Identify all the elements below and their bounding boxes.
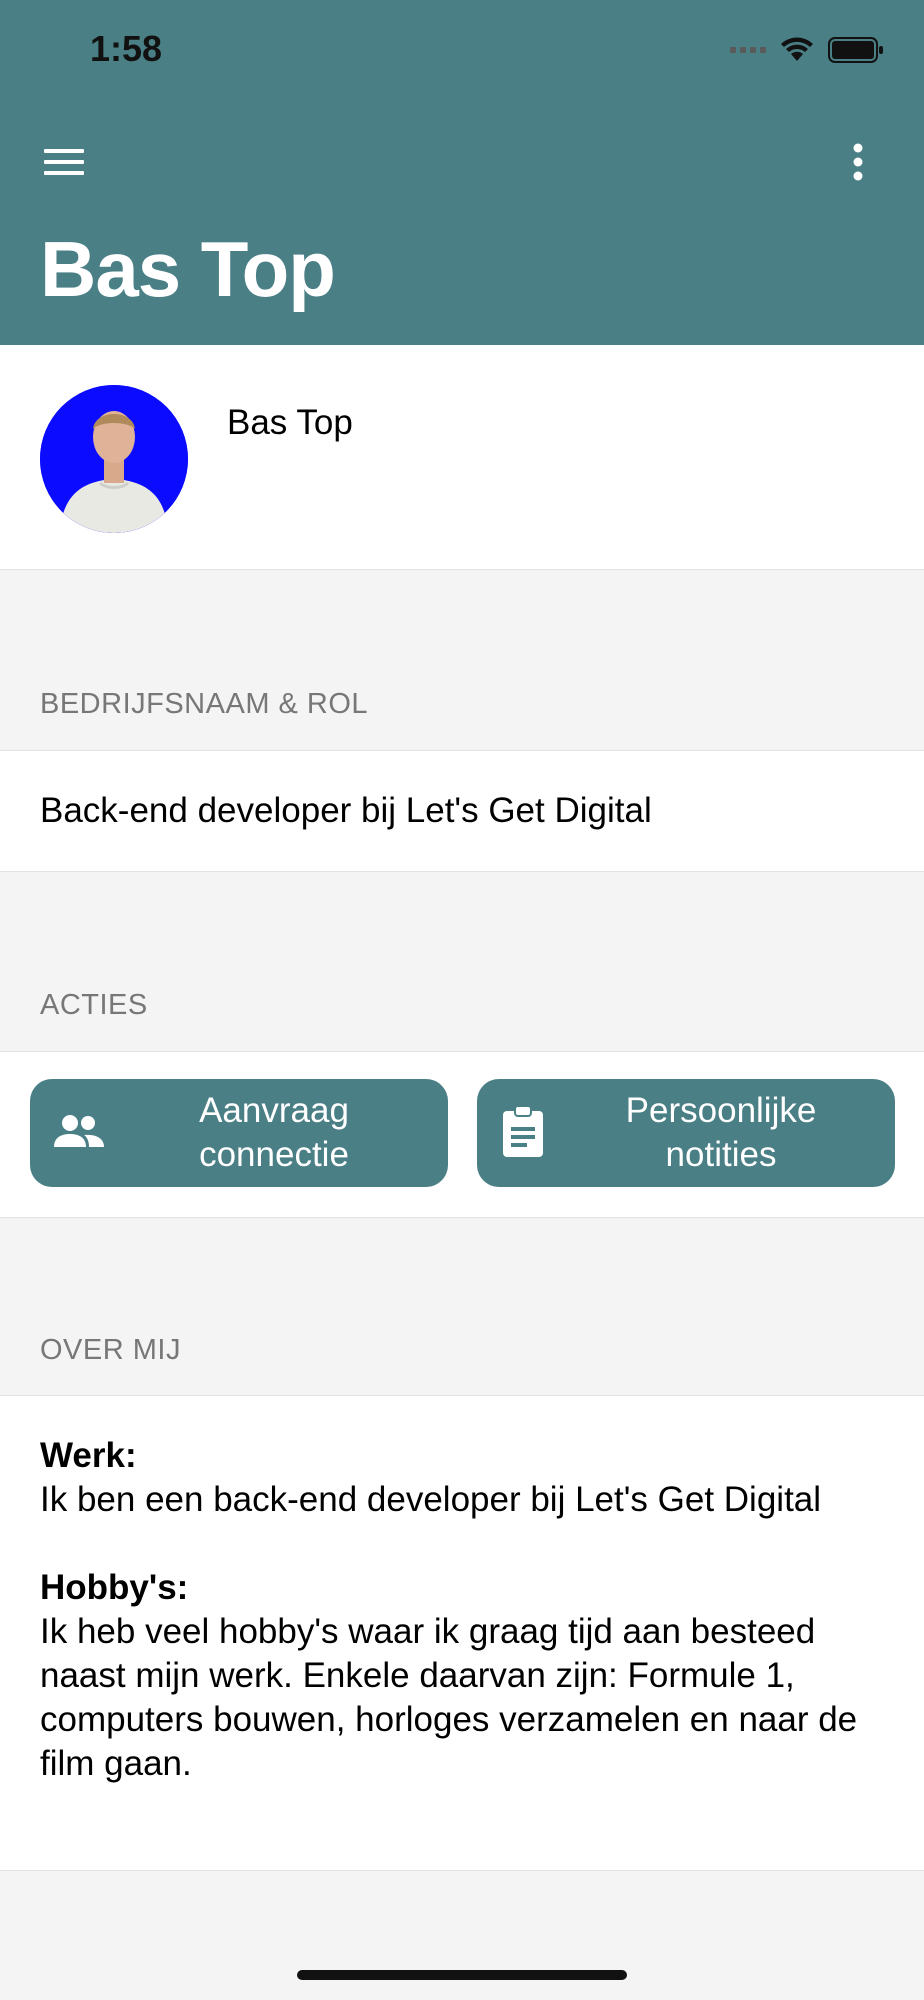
profile-name: Bas Top: [227, 403, 353, 442]
avatar: [40, 385, 188, 533]
hobby-text: Ik heb veel hobby's waar ik graag tijd a…: [40, 1612, 858, 1783]
section-label-company: BEDRIJFSNAAM & ROL: [40, 688, 369, 720]
about-block: Werk: Ik ben een back-end developer bij …: [0, 1395, 924, 1871]
home-indicator: [297, 1970, 627, 1980]
work-text: Ik ben een back-end developer bij Let's …: [40, 1480, 822, 1519]
profile-card: Bas Top: [0, 345, 924, 570]
company-role-block: Back-end developer bij Let's Get Digital: [0, 750, 924, 872]
personal-notes-label: Persoonlijke notities: [625, 1091, 817, 1174]
status-icons: [730, 32, 884, 68]
clipboard-icon: [497, 1105, 553, 1157]
battery-icon: [828, 36, 884, 64]
request-connection-label: Aanvraag connectie: [199, 1091, 349, 1174]
personal-notes-button[interactable]: Persoonlijke notities: [477, 1079, 895, 1187]
company-role-text: Back-end developer bij Let's Get Digital: [40, 791, 652, 830]
signal-icon: [730, 47, 766, 53]
section-label-actions: ACTIES: [40, 989, 148, 1021]
request-connection-button[interactable]: Aanvraag connectie: [30, 1079, 448, 1187]
app-header: 1:58 Bas Top: [0, 0, 924, 345]
work-heading: Werk:: [40, 1436, 137, 1475]
page-title: Bas Top: [40, 225, 336, 313]
more-options-icon[interactable]: [852, 142, 864, 182]
section-label-about: OVER MIJ: [40, 1334, 181, 1366]
hamburger-menu-icon[interactable]: [44, 146, 84, 178]
status-time: 1:58: [90, 28, 163, 69]
people-icon: [50, 1109, 106, 1157]
wifi-icon: [780, 37, 814, 63]
hobby-heading: Hobby's:: [40, 1568, 189, 1607]
about-text: Werk: Ik ben een back-end developer bij …: [40, 1434, 900, 1786]
